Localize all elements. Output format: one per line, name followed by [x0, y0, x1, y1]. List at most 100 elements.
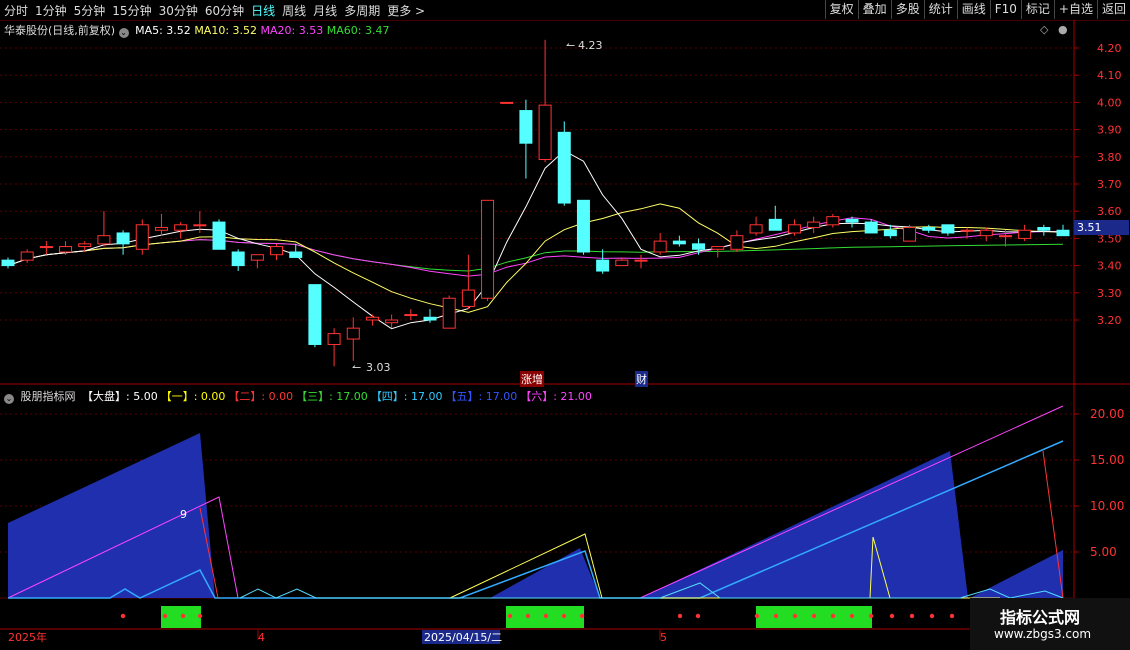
candle-up — [500, 101, 514, 104]
candle-up — [442, 297, 456, 329]
candle-up — [365, 316, 379, 321]
candle-up — [404, 314, 418, 317]
signal-dot — [868, 613, 874, 619]
signal-dot — [507, 613, 513, 619]
indicator-item-3: 【三】: 17.00 — [296, 390, 368, 403]
low-price-label: 3.03 — [366, 361, 391, 374]
signal-dot — [525, 613, 531, 619]
candle-down — [883, 229, 897, 237]
high-price-label: 4.23 — [578, 39, 603, 52]
candle-down — [1037, 227, 1051, 231]
indicator-tick-label: 20.00 — [1090, 407, 1124, 421]
candle-up — [481, 199, 495, 299]
low-arrow-icon: ↼ — [352, 361, 361, 374]
candle-down — [308, 284, 322, 345]
candle-up — [39, 246, 53, 249]
indicator-tick-label: 10.00 — [1090, 499, 1124, 513]
diamond-icon[interactable]: ◇ — [1040, 23, 1048, 36]
date-label-cursor: 2025/04/15/二 — [424, 631, 502, 644]
candle-down — [768, 218, 782, 231]
candle-up — [154, 227, 168, 231]
indicator-legend: ⌄ 股朋指标网 【大盘】: 5.00 【一】: 0.00 【二】: 0.00 【三】:… — [4, 388, 592, 404]
date-label-april: 4 — [258, 631, 265, 644]
signal-dot — [773, 613, 779, 619]
settings-icon[interactable]: ● — [1058, 23, 1068, 36]
ma20-value: MA20: 3.53 — [260, 24, 324, 37]
candle-down — [289, 251, 303, 258]
signal-dot — [909, 613, 915, 619]
candle-down — [212, 221, 226, 250]
signal-dot — [830, 613, 836, 619]
signal-dot — [811, 613, 817, 619]
candle-up — [903, 227, 917, 242]
indicator-tick-label: 5.00 — [1090, 545, 1117, 559]
tag-finance: 财 — [635, 371, 648, 387]
indicator-dropdown-icon[interactable]: ⌄ — [4, 394, 14, 404]
candle-up — [653, 240, 667, 253]
price-tick-label: 4.20 — [1097, 42, 1122, 55]
candle-down — [692, 243, 706, 250]
candle-up — [78, 243, 92, 248]
signal-dot — [695, 613, 701, 619]
candle-down — [596, 259, 610, 272]
signal-dot — [754, 613, 760, 619]
indicator-tick-label: 15.00 — [1090, 453, 1124, 467]
signal-dot — [792, 613, 798, 619]
candle-up — [979, 229, 993, 237]
candle-up — [730, 235, 744, 250]
indicator-item-4: 【四】: 17.00 — [370, 390, 443, 403]
signal-dot — [162, 613, 168, 619]
date-label-may: 5 — [660, 631, 667, 644]
candle-up — [59, 246, 73, 253]
signal-dot — [949, 613, 955, 619]
price-tick-label: 3.60 — [1097, 205, 1122, 218]
candle-down — [941, 224, 955, 234]
candle-up — [346, 327, 360, 340]
candle-up — [327, 333, 341, 345]
candle-up — [826, 216, 840, 226]
price-tick-label: 3.70 — [1097, 178, 1122, 191]
ma10-line — [7, 203, 1064, 313]
candle-down — [1, 259, 15, 267]
candle-down — [672, 240, 686, 245]
candle-up — [1018, 229, 1032, 239]
watermark-url: www.zbgs3.com — [994, 627, 1092, 641]
ma10-value: MA10: 3.52 — [194, 24, 258, 37]
tag-up: 涨增 — [520, 371, 544, 387]
indicator-area-2 — [490, 548, 600, 598]
indicator-item-2: 【二】: 0.00 — [228, 390, 294, 403]
candle-up — [538, 104, 552, 161]
watermark-title: 指标公式网 — [1000, 608, 1081, 627]
candle-up — [174, 224, 188, 231]
indicator-item-0: 【大盘】: 5.00 — [82, 390, 158, 403]
indicator-item-6: 【六】: 21.00 — [520, 390, 592, 403]
candle-up — [97, 235, 111, 245]
price-tick-label: 3.30 — [1097, 287, 1122, 300]
candle-down — [231, 251, 245, 267]
high-arrow-icon: ↼ — [566, 39, 575, 52]
candle-up — [20, 251, 34, 261]
candle-up — [193, 224, 207, 227]
candle-up — [749, 224, 763, 234]
candle-down — [423, 316, 437, 321]
chart-canvas[interactable]: 4.204.104.003.903.803.703.603.503.403.30… — [0, 0, 1130, 650]
ma5-value: MA5: 3.52 — [135, 24, 191, 37]
candle-up — [385, 319, 399, 324]
candle-up — [135, 224, 149, 250]
indicator-item-1: 【一】: 0.00 — [160, 390, 226, 403]
dropdown-icon[interactable]: ⌄ — [118, 28, 129, 38]
candle-down — [922, 227, 936, 231]
date-label-year: 2025年 — [8, 630, 47, 644]
candle-down — [557, 131, 571, 204]
candle-up — [461, 289, 475, 307]
signal-dot — [677, 613, 683, 619]
signal-block-1 — [161, 606, 201, 628]
candle-up — [634, 259, 648, 262]
signal-dot — [561, 613, 567, 619]
candle-down — [1056, 229, 1070, 237]
current-price-box: 3.51 — [1074, 220, 1129, 235]
candle-up — [615, 259, 629, 267]
ma-legend: 华泰股份(日线,前复权) ⌄ MA5: 3.52 MA10: 3.52 MA20… — [4, 22, 389, 38]
chart-corner-icons: ◇ ● — [1040, 23, 1068, 36]
candle-up — [998, 235, 1012, 238]
